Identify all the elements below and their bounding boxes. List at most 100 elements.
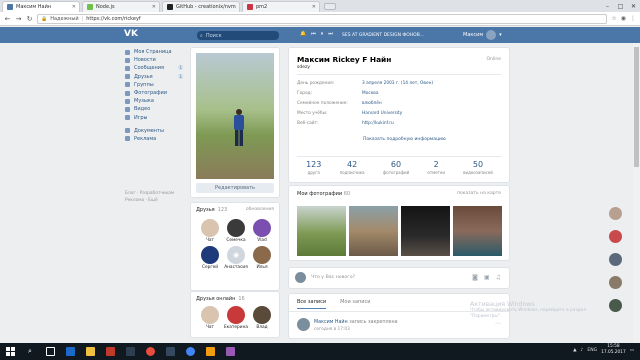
back-icon[interactable]: ← [4, 15, 11, 23]
music-icon[interactable]: ♫ [496, 274, 501, 281]
next-track-icon[interactable]: ⏭ [328, 31, 333, 37]
close-window-icon[interactable]: ✕ [627, 0, 640, 12]
close-tab-icon[interactable]: ✕ [312, 4, 316, 10]
taskbar-app[interactable] [100, 343, 120, 360]
profile-status[interactable]: sdezy [297, 65, 310, 70]
info-value[interactable]: 3 апреля 2003 г. (14 лет, Овен) [362, 81, 433, 86]
friends-updates-link[interactable]: обновления [246, 207, 274, 212]
menu-item-groups[interactable]: Группы [125, 81, 187, 89]
star-icon[interactable]: ☆ [611, 15, 616, 22]
info-value[interactable]: http://kukinf.ru [362, 121, 394, 126]
online-header[interactable]: Друзья онлайн 16 [196, 296, 245, 302]
search-taskbar-button[interactable]: ⌕ [20, 343, 40, 360]
menu-item-news[interactable]: Новости [125, 56, 187, 64]
menu-item-my-page[interactable]: Моя Страница [125, 48, 187, 56]
maximize-icon[interactable]: □ [614, 0, 627, 12]
menu-item-music[interactable]: Музыка [125, 97, 187, 105]
forward-icon[interactable]: → [15, 15, 22, 23]
network-icon[interactable]: ▲ [573, 348, 576, 353]
menu-item-photos[interactable]: Фотографии [125, 89, 187, 97]
footer-links[interactable]: Блог · Разработчикам [125, 190, 187, 197]
extension-icon[interactable]: ◉ [621, 15, 626, 22]
friend-item[interactable]: Илья [249, 246, 275, 270]
task-view-button[interactable] [40, 343, 60, 360]
show-more-link[interactable]: Показать подробную информацию [363, 137, 446, 142]
bell-icon[interactable]: 🔔 [300, 31, 306, 37]
pause-icon[interactable]: ⏸ [321, 31, 324, 37]
friend-item[interactable]: Vlad [249, 219, 275, 243]
language-indicator[interactable]: ENG [587, 348, 597, 353]
prev-track-icon[interactable]: ⏮ [311, 31, 316, 37]
volume-icon[interactable]: ♪ [581, 348, 584, 353]
info-value[interactable]: Harvard University [362, 111, 402, 116]
browser-tab[interactable]: Максим Найн ✕ [2, 1, 80, 12]
url-field[interactable]: 🔒 Надежный | https://vk.com/rickeyf [37, 13, 608, 24]
info-value[interactable]: влюблён [362, 101, 382, 106]
edit-profile-button[interactable]: Редактировать [196, 183, 274, 193]
close-tab-icon[interactable]: ✕ [239, 4, 240, 10]
friend-item[interactable]: ◉ Анастасия [223, 246, 249, 270]
friend-item[interactable]: Чат [197, 306, 223, 330]
photo-thumbnail[interactable] [349, 206, 398, 256]
taskbar-app[interactable] [160, 343, 180, 360]
taskbar-app[interactable] [180, 343, 200, 360]
taskbar-app[interactable] [120, 343, 140, 360]
show-on-map-link[interactable]: показать на карте [457, 191, 501, 196]
stat-videos[interactable]: 50 видеозаписей [463, 160, 493, 175]
menu-item-friends[interactable]: Друзья 1 [125, 73, 187, 81]
user-menu[interactable]: Максим ▾ [463, 30, 502, 40]
friend-item[interactable]: Чат [197, 219, 223, 243]
friend-item[interactable]: Семечка [223, 219, 249, 243]
author-name[interactable]: Максим Найн [314, 320, 348, 325]
menu-item-ads[interactable]: Реклама [125, 135, 187, 143]
vk-logo[interactable]: VK [124, 29, 138, 39]
scrollbar-thumb[interactable] [634, 47, 639, 167]
video-icon[interactable]: ▣ [484, 274, 490, 281]
stat-tags[interactable]: 2 отметки [427, 160, 445, 175]
friend-item[interactable]: Екатерина [223, 306, 249, 330]
now-playing-text[interactable]: SES AT GRADIENT DESIGN ФОНОВ... [342, 33, 424, 38]
avatar[interactable] [297, 318, 310, 331]
camera-icon[interactable]: ◙ [472, 274, 478, 281]
browser-tab[interactable]: pm2 ✕ [242, 1, 320, 12]
friend-item[interactable]: Сергей [197, 246, 223, 270]
menu-item-video[interactable]: Видео [125, 105, 187, 113]
footer-links[interactable]: Реклама · Ещё [125, 197, 187, 204]
minimize-icon[interactable]: – [601, 0, 614, 12]
avatar[interactable] [609, 276, 622, 289]
avatar[interactable] [609, 299, 622, 312]
taskbar-app[interactable] [140, 343, 160, 360]
start-button[interactable] [0, 343, 20, 360]
info-value[interactable]: Москва [362, 91, 378, 96]
clock[interactable]: 15:58 17.05.2017 [601, 344, 626, 356]
menu-item-messages[interactable]: Сообщения 1 [125, 64, 187, 72]
post-date[interactable]: сегодня в 17:03 [314, 327, 350, 332]
avatar[interactable] [609, 230, 622, 243]
reload-icon[interactable]: ↻ [26, 15, 33, 23]
avatar[interactable] [609, 253, 622, 266]
browser-tab[interactable]: Node.js ✕ [82, 1, 160, 12]
notification-icon[interactable]: ▭ [630, 348, 634, 353]
menu-icon[interactable]: ⋮ [630, 15, 636, 22]
taskbar-app[interactable] [80, 343, 100, 360]
menu-item-games[interactable]: Игры [125, 114, 187, 122]
scrollbar[interactable] [633, 43, 640, 343]
friends-header[interactable]: Друзья 123 [196, 207, 227, 213]
new-tab-button[interactable] [324, 3, 336, 10]
photos-header[interactable]: Мои фотографии 60 [297, 191, 350, 197]
photo-thumbnail[interactable] [297, 206, 346, 256]
stat-followers[interactable]: 42 подписчика [340, 160, 365, 175]
taskbar-app[interactable] [60, 343, 80, 360]
close-tab-icon[interactable]: ✕ [72, 4, 76, 10]
stat-friends[interactable]: 123 друга [306, 160, 321, 175]
close-tab-icon[interactable]: ✕ [152, 4, 156, 10]
avatar[interactable] [609, 207, 622, 220]
taskbar-app[interactable] [200, 343, 220, 360]
profile-photo[interactable] [196, 53, 274, 179]
tab-my-posts[interactable]: Мои записи [340, 299, 370, 309]
browser-tab[interactable]: GitHub - creationix/nvm ✕ [162, 1, 240, 12]
post-input[interactable]: Что у Вас нового? [311, 275, 355, 280]
photo-thumbnail[interactable] [401, 206, 450, 256]
photo-thumbnail[interactable] [453, 206, 502, 256]
friend-item[interactable]: Влад [249, 306, 275, 330]
